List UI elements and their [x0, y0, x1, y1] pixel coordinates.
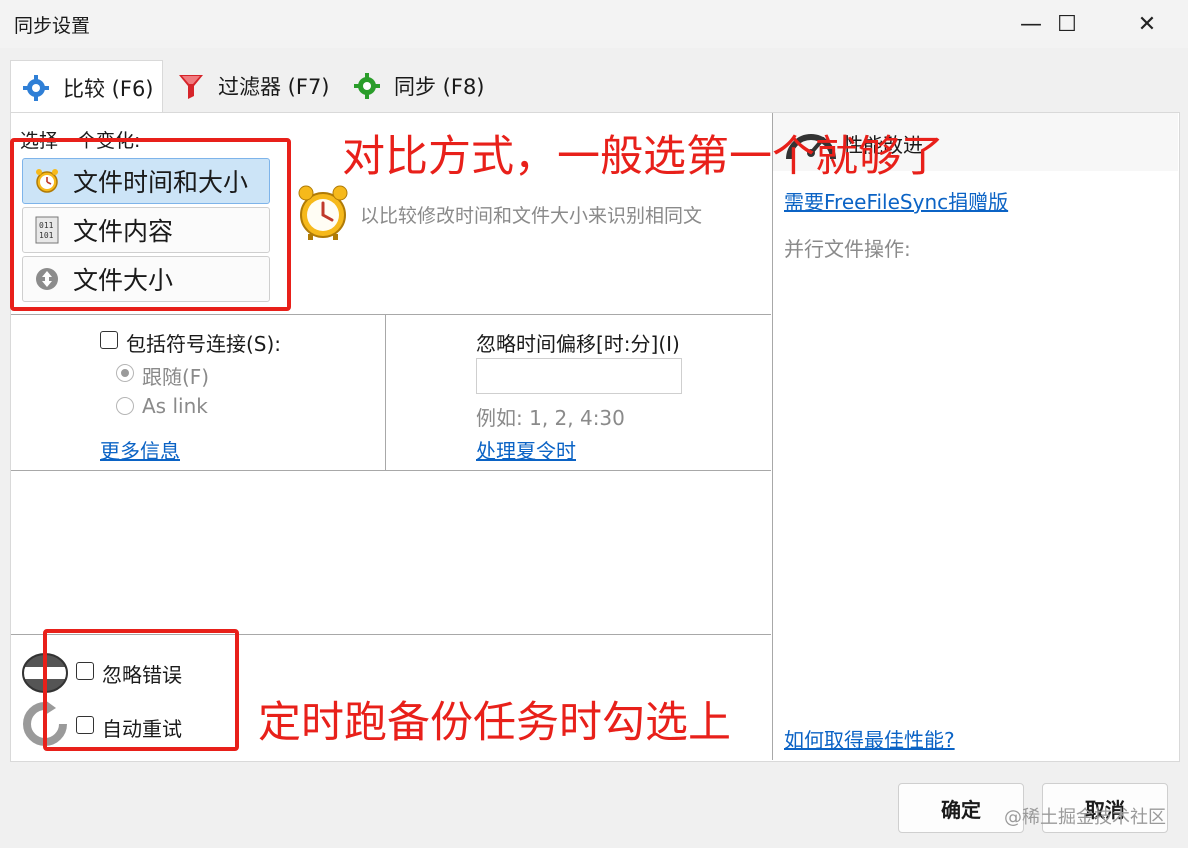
maximize-button[interactable]: ☐: [1032, 0, 1102, 48]
title-bar: 同步设置 — ☐ ✕: [0, 0, 1188, 48]
parallel-ops-label: 并行文件操作:: [784, 237, 911, 261]
tab-filter[interactable]: 过滤器 (F7): [168, 60, 338, 112]
follow-label: 跟随(F): [142, 365, 210, 389]
follow-radio[interactable]: [116, 364, 134, 382]
section-divider: [11, 470, 771, 471]
close-icon: ✕: [1137, 11, 1157, 37]
compare-description: 以比较修改时间和文件大小来识别相同文: [360, 205, 703, 227]
tab-compare-label: 比较 (F6): [63, 76, 154, 101]
section-divider: [385, 315, 386, 470]
alarm-clock-icon: [296, 184, 350, 240]
gear-blue-icon: [23, 74, 49, 101]
panel-divider: [772, 113, 773, 760]
symlinks-checkbox[interactable]: [100, 331, 118, 349]
dst-link[interactable]: 处理夏令时: [476, 435, 576, 464]
aslink-label: As link: [142, 394, 208, 418]
symlinks-label: 包括符号连接(S):: [126, 332, 282, 356]
error-options-highlight: [43, 629, 239, 751]
compare-annotation: 对比方式，一般选第一个就够了: [342, 132, 944, 182]
funnel-icon: [178, 73, 204, 99]
more-info-link[interactable]: 更多信息: [100, 435, 180, 464]
gear-green-icon: [354, 73, 380, 99]
donation-link[interactable]: 需要FreeFileSync捐赠版: [784, 186, 1008, 215]
tab-filter-label: 过滤器 (F7): [218, 75, 330, 99]
time-shift-example: 例如: 1, 2, 4:30: [476, 406, 625, 430]
watermark: @稀土掘金技术社区: [1004, 807, 1166, 828]
window-title: 同步设置: [14, 15, 91, 37]
tab-sync-label: 同步 (F8): [394, 75, 485, 99]
tab-sync[interactable]: 同步 (F8): [344, 60, 492, 112]
retry-annotation: 定时跑备份任务时勾选上: [258, 698, 731, 748]
compare-options-highlight: [10, 138, 291, 311]
time-shift-input[interactable]: [476, 358, 682, 394]
time-shift-label: 忽略时间偏移[时:分](I): [476, 332, 680, 356]
close-button[interactable]: ✕: [1112, 0, 1182, 48]
ok-label: 确定: [941, 797, 981, 822]
aslink-radio[interactable]: [116, 397, 134, 415]
section-divider: [11, 314, 771, 315]
best-performance-link[interactable]: 如何取得最佳性能?: [784, 724, 955, 753]
tab-compare[interactable]: 比较 (F6): [10, 60, 163, 114]
maximize-icon: ☐: [1057, 11, 1077, 37]
